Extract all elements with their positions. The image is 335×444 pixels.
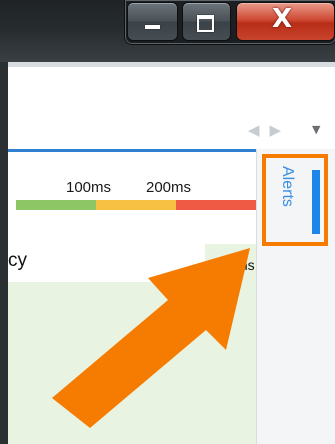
annotation-arrow-icon xyxy=(52,248,250,428)
